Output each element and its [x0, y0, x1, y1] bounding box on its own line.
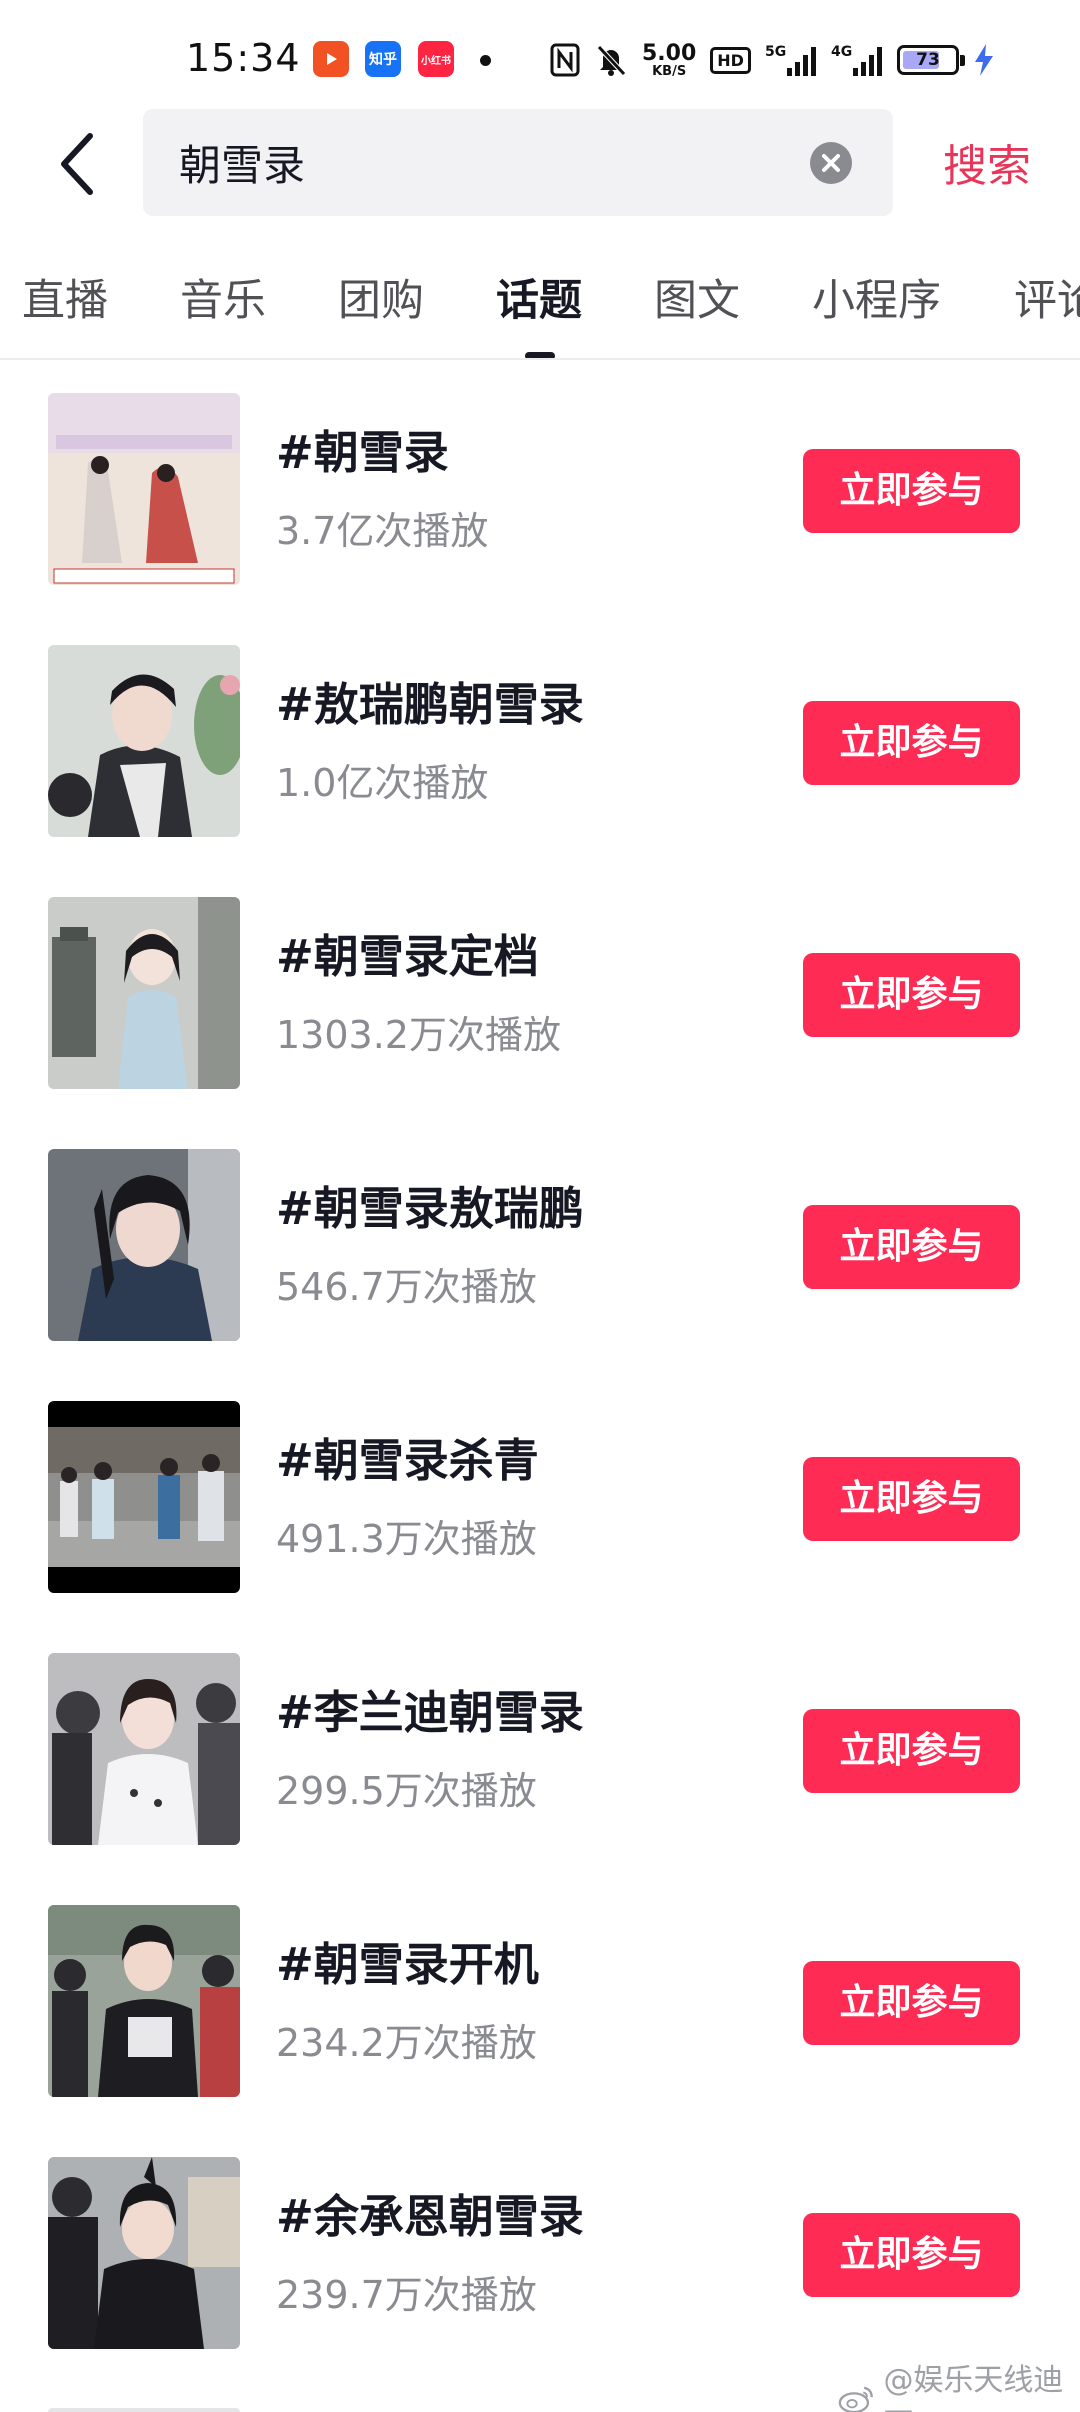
- signal-5g-icon: 5G: [765, 42, 817, 78]
- topic-thumbnail: [48, 393, 240, 585]
- signal-5g-label: 5G: [765, 44, 786, 60]
- search-header: 搜索: [0, 100, 1080, 226]
- video-app-icon: [313, 41, 349, 77]
- search-submit-button[interactable]: 搜索: [943, 130, 1031, 194]
- clear-search-button[interactable]: [810, 142, 852, 184]
- tab-comments[interactable]: 评论: [1014, 266, 1080, 328]
- topic-thumbnail: [48, 1905, 240, 2097]
- battery-indicator: 73: [896, 45, 965, 75]
- topic-view-count: 239.7万次播放: [276, 2273, 537, 2317]
- signal-4g-icon: 4G: [831, 42, 883, 78]
- active-tab-indicator: [525, 352, 555, 358]
- watermark: @娱乐天线迪西: [838, 2355, 1080, 2412]
- topic-row[interactable]: #余承恩朝雪录 239.7万次播放 立即参与: [0, 2124, 1080, 2376]
- hd-voice-badge: HD: [710, 46, 751, 74]
- topic-view-count: 1303.2万次播放: [276, 1013, 561, 1057]
- topic-title: #朝雪录杀青: [276, 1434, 539, 1487]
- tab-topics[interactable]: 话题: [496, 266, 582, 328]
- network-speed: 5.00 KB/S: [642, 40, 697, 79]
- topic-title: #余承恩朝雪录: [276, 2190, 584, 2243]
- join-topic-button[interactable]: 立即参与: [803, 1457, 1020, 1541]
- topic-title: #朝雪录定档: [276, 930, 539, 983]
- tab-mini-program[interactable]: 小程序: [812, 266, 941, 328]
- topic-view-count: 299.5万次播放: [276, 1769, 537, 1813]
- tab-live[interactable]: 直播: [22, 266, 108, 328]
- topic-row[interactable]: #朝雪录 3.7亿次播放 立即参与: [0, 360, 1080, 612]
- status-bar: 15:34 知乎 小红书 5.00 KB/S HD 5G 4G 73: [0, 0, 1080, 100]
- topic-title: #李兰迪朝雪录: [276, 1686, 584, 1739]
- topic-thumbnail-partial: [48, 2408, 240, 2412]
- topic-row[interactable]: #敖瑞鹏朝雪录 1.0亿次播放 立即参与: [0, 612, 1080, 864]
- back-button[interactable]: [52, 130, 112, 198]
- topic-view-count: 1.0亿次播放: [276, 761, 489, 805]
- topic-title: #朝雪录开机: [276, 1938, 539, 1991]
- system-icons: 5.00 KB/S HD 5G 4G 73: [550, 38, 995, 82]
- clear-icon: [822, 154, 840, 172]
- nfc-icon: [550, 43, 580, 77]
- network-speed-unit: KB/S: [652, 63, 687, 79]
- join-topic-button[interactable]: 立即参与: [803, 1709, 1020, 1793]
- join-topic-button[interactable]: 立即参与: [803, 1205, 1020, 1289]
- join-topic-button[interactable]: 立即参与: [803, 449, 1020, 533]
- topic-thumbnail: [48, 2157, 240, 2349]
- topic-thumbnail: [48, 645, 240, 837]
- tab-image-text[interactable]: 图文: [654, 266, 740, 328]
- topic-thumbnail: [48, 1401, 240, 1593]
- topic-title: #朝雪录敖瑞鹏: [276, 1182, 584, 1235]
- network-speed-value: 5.00: [642, 40, 697, 66]
- notification-dot: [480, 55, 491, 66]
- topic-thumbnail: [48, 1149, 240, 1341]
- topic-thumbnail: [48, 897, 240, 1089]
- join-topic-button[interactable]: 立即参与: [803, 2213, 1020, 2297]
- join-topic-button[interactable]: 立即参与: [803, 953, 1020, 1037]
- mute-bell-icon: [594, 43, 628, 77]
- topic-row[interactable]: #朝雪录开机 234.2万次播放 立即参与: [0, 1872, 1080, 2124]
- topic-row[interactable]: #朝雪录杀青 491.3万次播放 立即参与: [0, 1368, 1080, 1620]
- topic-thumbnail: [48, 1653, 240, 1845]
- zhihu-app-icon: 知乎: [365, 41, 401, 77]
- tab-music[interactable]: 音乐: [180, 266, 266, 328]
- topic-title: #敖瑞鹏朝雪录: [276, 678, 584, 731]
- topic-view-count: 546.7万次播放: [276, 1265, 537, 1309]
- tab-group-buy[interactable]: 团购: [338, 266, 424, 328]
- topic-view-count: 491.3万次播放: [276, 1517, 537, 1561]
- charging-bolt-icon: [973, 43, 995, 77]
- battery-level: 73: [916, 50, 940, 70]
- search-box[interactable]: [143, 109, 893, 216]
- join-topic-button[interactable]: 立即参与: [803, 701, 1020, 785]
- topic-view-count: 3.7亿次播放: [276, 509, 489, 553]
- topic-row[interactable]: #李兰迪朝雪录 299.5万次播放 立即参与: [0, 1620, 1080, 1872]
- back-arrow-icon: [61, 133, 93, 195]
- screen: 15:34 知乎 小红书 5.00 KB/S HD 5G 4G 73 朝雪录 搜…: [0, 0, 1080, 2412]
- topic-row[interactable]: #朝雪录定档 1303.2万次播放 立即参与: [0, 864, 1080, 1116]
- search-category-tabs: 直播 音乐 团购 话题 图文 小程序 评论: [0, 230, 1080, 360]
- xiaohongshu-app-icon: 小红书: [418, 41, 454, 77]
- weibo-icon: [838, 2386, 873, 2412]
- signal-4g-label: 4G: [831, 44, 852, 60]
- watermark-text: @娱乐天线迪西: [883, 2363, 1064, 2412]
- topic-view-count: 234.2万次播放: [276, 2021, 537, 2065]
- topic-row[interactable]: #朝雪录敖瑞鹏 546.7万次播放 立即参与: [0, 1116, 1080, 1368]
- join-topic-button[interactable]: 立即参与: [803, 1961, 1020, 2045]
- status-time: 15:34: [186, 36, 301, 80]
- search-input[interactable]: [179, 109, 779, 216]
- topic-title: #朝雪录: [276, 426, 449, 479]
